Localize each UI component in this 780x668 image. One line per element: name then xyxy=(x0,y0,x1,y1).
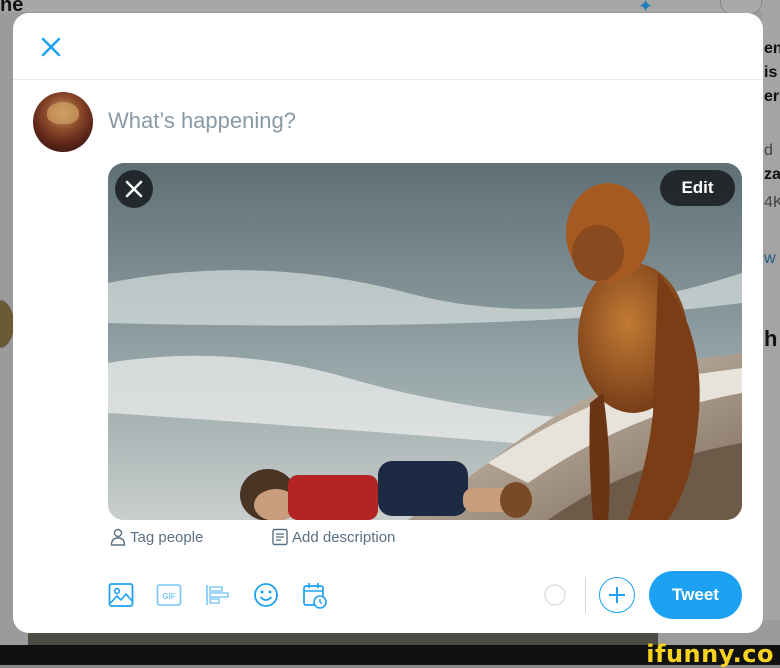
toolbar-divider xyxy=(585,577,586,613)
trend-fragment: za xyxy=(764,166,780,183)
watermark-logo: ifunny.co xyxy=(646,640,774,668)
tweet-compose-input[interactable]: What’s happening? xyxy=(108,108,296,134)
emoji-button[interactable] xyxy=(253,581,279,609)
trend-fragment: en xyxy=(764,40,780,57)
poll-button[interactable] xyxy=(204,581,230,609)
add-description-link[interactable]: Add description xyxy=(272,528,395,546)
schedule-button[interactable] xyxy=(302,581,328,609)
media-image xyxy=(108,163,742,520)
trend-fragment: d xyxy=(764,142,773,159)
tag-people-label: Tag people xyxy=(130,528,204,546)
background-header xyxy=(0,0,780,12)
media-icon xyxy=(108,583,134,607)
trend-fragment: er xyxy=(764,88,780,105)
gif-text: GIF xyxy=(162,592,175,601)
edit-media-button[interactable]: Edit xyxy=(660,170,735,206)
close-icon xyxy=(41,37,61,57)
trend-fragment: is xyxy=(764,64,778,81)
tag-people-link[interactable]: Tag people xyxy=(110,528,203,546)
remove-media-button[interactable] xyxy=(115,170,153,208)
compose-tweet-modal: What’s happening? Edit Tag people Add de… xyxy=(13,13,763,633)
close-icon xyxy=(125,180,143,198)
add-description-label: Add description xyxy=(292,528,396,546)
schedule-icon xyxy=(303,583,327,609)
background-trends-column: en is er d za 4K w h xyxy=(762,0,780,620)
background-image-strip xyxy=(28,632,658,646)
description-icon xyxy=(272,528,288,546)
tweet-button[interactable]: Tweet xyxy=(649,571,742,619)
gif-icon: GIF xyxy=(156,584,182,606)
trend-fragment: h xyxy=(764,326,778,351)
close-button[interactable] xyxy=(35,31,67,63)
gif-button[interactable]: GIF xyxy=(156,581,182,609)
media-preview[interactable]: Edit xyxy=(108,163,742,520)
person-icon xyxy=(110,528,126,546)
character-count-ring xyxy=(544,584,566,606)
trend-fragment: w xyxy=(764,250,776,267)
trend-fragment: 4K xyxy=(764,194,780,211)
media-button[interactable] xyxy=(108,581,134,609)
modal-header xyxy=(13,13,763,80)
add-tweet-button[interactable] xyxy=(599,577,635,613)
plus-icon xyxy=(609,587,625,603)
poll-icon xyxy=(206,585,229,605)
background-search-icon xyxy=(720,0,762,14)
emoji-icon xyxy=(254,583,278,607)
avatar[interactable] xyxy=(33,92,93,152)
